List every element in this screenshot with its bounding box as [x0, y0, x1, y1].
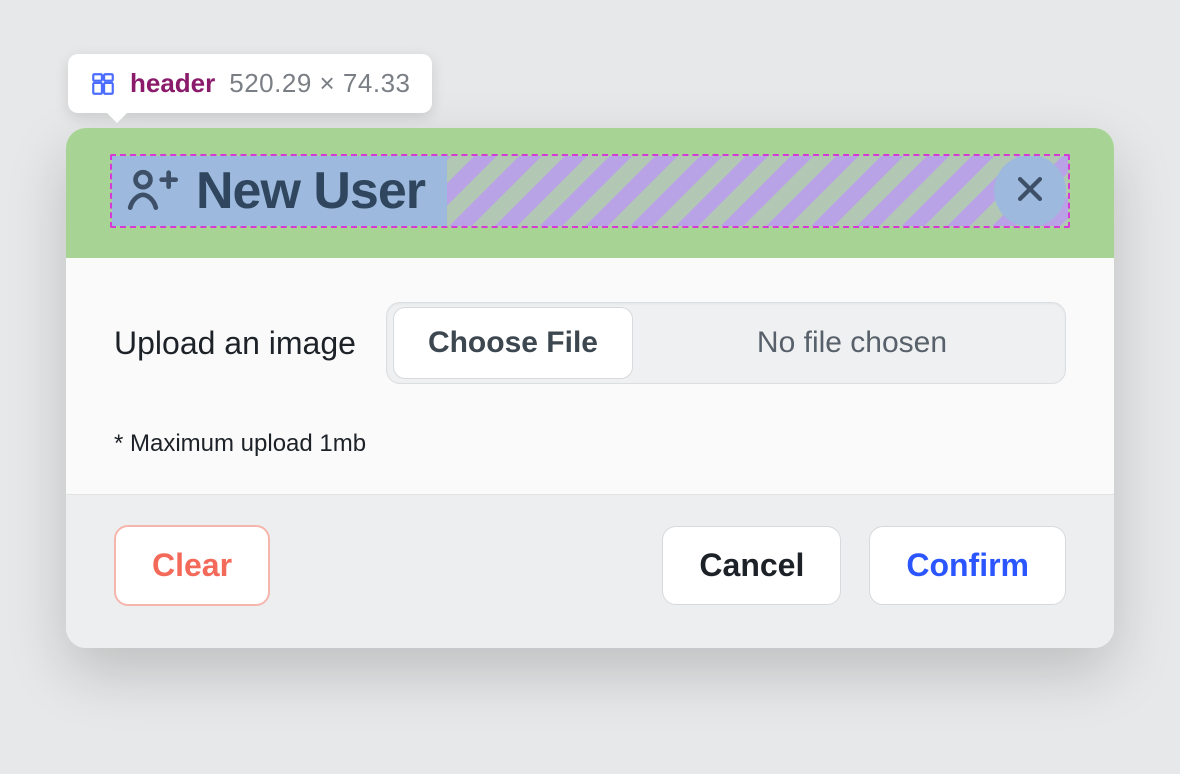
close-icon — [1013, 172, 1047, 211]
devtools-element-tooltip: header 520.29 × 74.33 — [68, 54, 432, 113]
header-title-block: New User — [112, 156, 447, 226]
file-input[interactable]: Choose File No file chosen — [386, 302, 1066, 384]
cancel-button[interactable]: Cancel — [662, 526, 841, 605]
dialog-header: New User — [66, 128, 1114, 258]
tooltip-element-name: header — [130, 68, 215, 99]
new-user-dialog: New User Upload an image Choose File No … — [66, 128, 1114, 648]
upload-row: Upload an image Choose File No file chos… — [114, 302, 1066, 384]
clear-button[interactable]: Clear — [114, 525, 270, 606]
dialog-body: Upload an image Choose File No file chos… — [66, 258, 1114, 494]
confirm-button[interactable]: Confirm — [869, 526, 1066, 605]
header-highlight-box: New User — [110, 154, 1070, 228]
choose-file-button[interactable]: Choose File — [393, 307, 633, 379]
add-user-icon — [122, 161, 178, 222]
dialog-title: New User — [196, 161, 425, 221]
upload-label: Upload an image — [114, 325, 356, 362]
tooltip-dimensions: 520.29 × 74.33 — [229, 68, 410, 99]
grid-icon — [90, 71, 116, 97]
upload-hint: * Maximum upload 1mb — [114, 430, 1066, 458]
file-status-text: No file chosen — [639, 326, 1065, 360]
close-button[interactable] — [994, 155, 1066, 227]
dialog-footer: Clear Cancel Confirm — [66, 494, 1114, 648]
